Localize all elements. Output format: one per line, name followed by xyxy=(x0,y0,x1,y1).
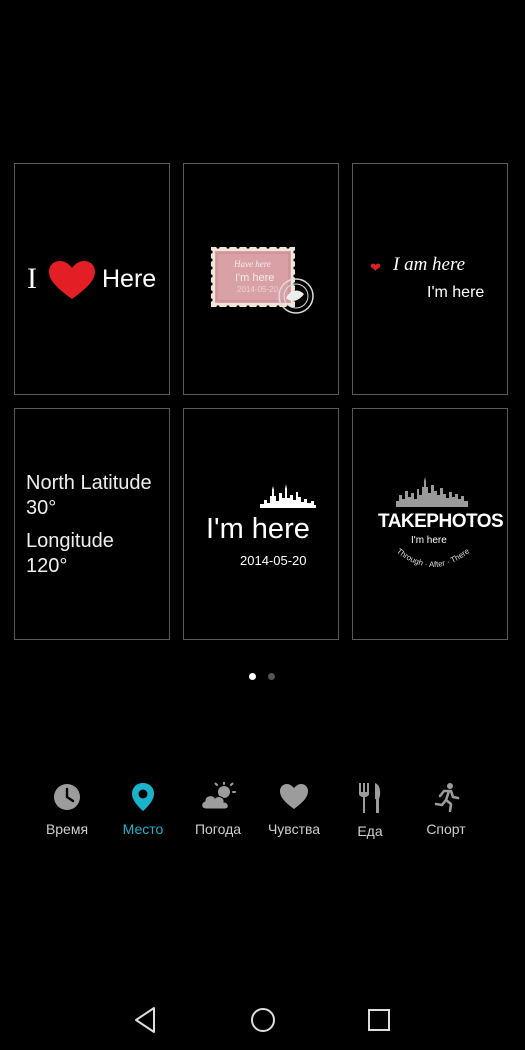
recents-icon[interactable] xyxy=(367,1006,391,1034)
heart-icon xyxy=(280,784,308,809)
small-heart-icon: ❤ xyxy=(370,260,381,275)
watermark-card-stamp[interactable]: Have here I'm here 2014-05-20 xyxy=(183,163,339,395)
longitude-block: Longitude 120° xyxy=(26,529,114,579)
clock-icon xyxy=(54,784,80,810)
longitude-label: Longitude xyxy=(26,530,114,552)
stamp-title: Have here xyxy=(234,259,271,269)
skyline-title: I'm here xyxy=(206,513,310,545)
postmark-icon xyxy=(278,278,314,314)
latitude-label: North Latitude xyxy=(26,472,152,494)
red-heart-icon xyxy=(49,261,95,299)
latitude-block: North Latitude 30° xyxy=(26,471,152,521)
running-icon xyxy=(434,783,460,812)
latitude-value: 30° xyxy=(26,497,57,519)
watermark-text-here: Here xyxy=(102,265,157,293)
takephotos-arc-text: Through · After · There xyxy=(395,546,472,569)
stamp-date: 2014-05-20 xyxy=(237,285,278,294)
category-sport[interactable]: Спорт xyxy=(401,782,491,837)
script-title: I am here xyxy=(393,254,466,275)
city-skyline-icon xyxy=(396,477,468,507)
watermark-grid: I Here Have here I'm here 2014-05-20 ❤ I… xyxy=(14,163,511,642)
home-icon[interactable] xyxy=(249,1006,277,1034)
longitude-value: 120° xyxy=(26,555,68,577)
watermark-card-skyline[interactable]: I'm here 2014-05-20 xyxy=(183,408,339,640)
system-nav-bar xyxy=(0,1000,525,1040)
city-skyline-icon xyxy=(260,484,316,508)
script-subtitle: I'm here xyxy=(427,284,485,301)
cloud-sun-icon xyxy=(201,782,236,810)
skyline-date: 2014-05-20 xyxy=(240,553,307,568)
stamp-line: I'm here xyxy=(235,272,275,284)
category-label: Спорт xyxy=(426,821,466,837)
watermark-card-coordinates[interactable]: North Latitude 30° Longitude 120° xyxy=(14,408,170,640)
watermark-card-script-here[interactable]: ❤ I am here I'm here xyxy=(352,163,508,395)
takephotos-brand: TAKEPHOTOS xyxy=(378,511,504,532)
watermark-card-heart-here[interactable]: I Here xyxy=(14,163,170,395)
page-dot-2[interactable] xyxy=(268,673,275,680)
svg-text:Through · After · There: Through · After · There xyxy=(395,546,472,569)
location-pin-icon xyxy=(132,783,154,811)
category-bar: Время Место Погода Чувства Еда Спорт xyxy=(0,782,525,842)
back-icon[interactable] xyxy=(133,1006,157,1034)
watermark-card-takephotos[interactable]: TAKEPHOTOS I'm here Through · After · Th… xyxy=(352,408,508,640)
page-dot-1[interactable] xyxy=(249,673,256,680)
watermark-text-i: I xyxy=(27,262,37,295)
fork-knife-icon xyxy=(359,783,381,813)
